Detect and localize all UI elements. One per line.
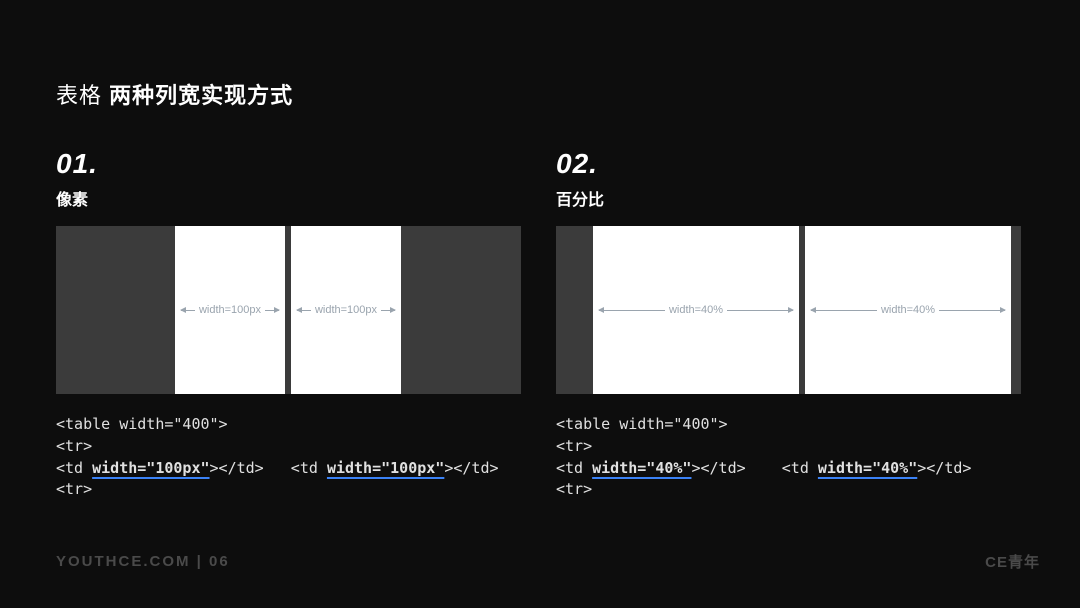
column-pixel: 01. 像素 width=100px width=100px <table wi… <box>56 148 556 501</box>
title-main: 两种列宽实现方式 <box>109 83 293 108</box>
section-number-2: 02. <box>556 148 1056 180</box>
section-subtitle-1: 像素 <box>56 186 556 210</box>
px-box-2-label: width=100px <box>311 304 381 316</box>
slide-title: 表格 两种列宽实现方式 <box>56 78 293 110</box>
footer-left: YOUTHCE.COM | 06 <box>56 553 230 570</box>
pc-box-2-label: width=40% <box>877 304 939 316</box>
code-line: <tr> <box>56 479 556 501</box>
pc-box-1-label: width=40% <box>665 304 727 316</box>
footer-page: 06 <box>209 553 230 570</box>
section-subtitle-2: 百分比 <box>556 186 1056 210</box>
diagram-pixel: width=100px width=100px <box>56 226 521 394</box>
column-percent: 02. 百分比 width=40% width=40% <table width… <box>556 148 1056 501</box>
code-line: <td width="100px"></td> <td width="100px… <box>56 458 556 480</box>
code-line: <td width="40%"></td> <td width="40%"></… <box>556 458 1056 480</box>
code-line: <tr> <box>56 436 556 458</box>
px-box-1: width=100px <box>175 226 285 394</box>
pc-box-1: width=40% <box>593 226 799 394</box>
code-line: <tr> <box>556 479 1056 501</box>
footer-site: YOUTHCE.COM <box>56 553 191 570</box>
pc-box-2: width=40% <box>805 226 1011 394</box>
title-prefix: 表格 <box>56 83 109 108</box>
diagram-percent: width=40% width=40% <box>556 226 1021 394</box>
code-line: <tr> <box>556 436 1056 458</box>
code-snippet-percent: <table width="400"> <tr> <td width="40%"… <box>556 414 1056 501</box>
section-number-1: 01. <box>56 148 556 180</box>
footer-sep: | <box>191 553 210 570</box>
code-line: <table width="400"> <box>556 414 1056 436</box>
code-snippet-pixel: <table width="400"> <tr> <td width="100p… <box>56 414 556 501</box>
columns: 01. 像素 width=100px width=100px <table wi… <box>56 148 1080 501</box>
px-box-1-label: width=100px <box>195 304 265 316</box>
footer-brand: CE青年 <box>985 551 1040 572</box>
code-line: <table width="400"> <box>56 414 556 436</box>
px-box-2: width=100px <box>291 226 401 394</box>
footer: YOUTHCE.COM | 06 CE青年 <box>56 551 1040 572</box>
